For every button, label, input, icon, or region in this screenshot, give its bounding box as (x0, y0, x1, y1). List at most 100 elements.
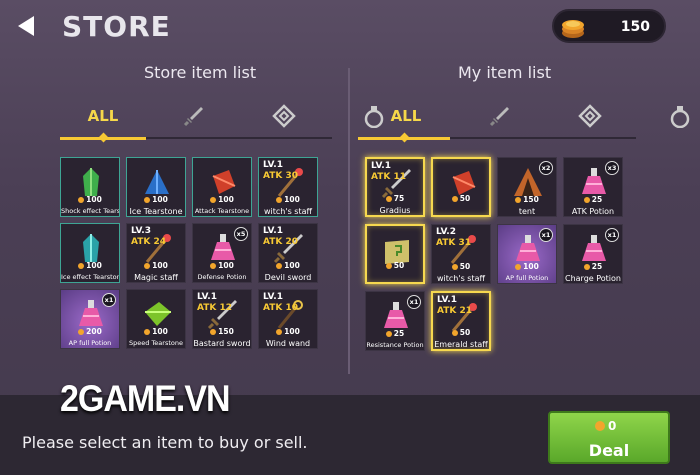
green-crystal-icon (83, 168, 99, 196)
coin-icon (583, 197, 590, 203)
item-count-badge: x1 (102, 293, 116, 307)
item-price: 25 (564, 196, 622, 204)
item-level: LV.1 (263, 160, 283, 170)
item-price: 75 (367, 195, 423, 203)
item-price: 50 (433, 329, 489, 337)
item-price: 100 (61, 262, 119, 270)
panel-divider (348, 68, 350, 374)
item-slot[interactable]: x1 25 Resistance Potion (365, 291, 425, 351)
item-level: LV.1 (371, 161, 391, 171)
deal-cost-value: 0 (608, 419, 617, 433)
item-count-badge: x3 (605, 161, 619, 175)
item-slot[interactable]: LV.2 ATK 31 50 witch's staff (431, 224, 491, 284)
item-level: LV.3 (131, 226, 151, 236)
item-price: 50 (432, 263, 490, 271)
item-slot[interactable]: x2 150 tent (497, 157, 557, 217)
item-name: Charge Potion (564, 274, 621, 283)
store-panel-title: Store item list (144, 63, 257, 82)
item-price: 150 (193, 328, 251, 336)
item-slot[interactable]: x5 100 Defense Potion (192, 223, 252, 283)
potion-tab-icon (364, 106, 384, 128)
item-price-value: 25 (591, 262, 603, 271)
item-attack: ATK 20 (263, 237, 299, 247)
item-price: 100 (193, 262, 251, 270)
coin-icon (210, 263, 217, 269)
item-price: 100 (259, 262, 317, 270)
my-tab-tearstone[interactable] (574, 100, 606, 132)
item-price-value: 100 (86, 261, 102, 270)
coin-icon (78, 197, 85, 203)
item-attack: ATK 30 (263, 171, 299, 181)
item-slot[interactable]: x3 25 ATK Potion (563, 157, 623, 217)
item-price: 100 (259, 328, 317, 336)
item-name: ATK Potion (571, 207, 615, 216)
item-slot[interactable]: 100 Ice Tearstone (126, 157, 186, 217)
item-slot[interactable]: 100 Attack Tearstone (192, 157, 252, 217)
item-name: Ice Tearstone (129, 207, 183, 216)
my-tab-weapon[interactable] (484, 100, 516, 132)
item-slot[interactable]: LV.1 ATK 12 150 Bastard sword (192, 289, 252, 349)
item-name: Speed Tearstone (129, 339, 183, 347)
item-price-value: 50 (459, 262, 471, 271)
coin-icon (451, 196, 458, 202)
item-slot[interactable]: LV.1 ATK 20 100 Devil sword (258, 223, 318, 283)
item-slot[interactable]: 100 Ice effect Tearstone (60, 223, 120, 283)
my-tab-potion-2[interactable] (664, 100, 696, 132)
item-slot[interactable]: LV.3 ATK 24 100 Magic staff (126, 223, 186, 283)
item-name: Magic staff (134, 273, 178, 282)
item-slot[interactable]: LV.1 ATK 21 50 Emerald staff (431, 291, 491, 351)
item-name: Wind wand (265, 339, 311, 348)
item-slot[interactable]: LV.1 ATK 30 100 witch's staff (258, 157, 318, 217)
item-slot[interactable]: x1 25 Charge Potion (563, 224, 623, 284)
item-attack: ATK 12 (197, 303, 233, 313)
coin-icon (385, 331, 392, 337)
item-name: witch's staff (264, 207, 312, 216)
item-level: LV.1 (197, 292, 217, 302)
item-slot[interactable]: 50 (431, 157, 491, 217)
diamond-tab-icon (578, 104, 602, 128)
item-price-value: 100 (152, 327, 168, 336)
item-slot[interactable]: 100 Speed Tearstone (126, 289, 186, 349)
coin-count: 150 (620, 19, 650, 35)
item-price-value: 150 (523, 195, 539, 204)
store-tab-weapon[interactable] (178, 100, 210, 132)
lime-crystal-icon (145, 302, 171, 326)
item-slot[interactable]: x1 200 AP full Potion (60, 289, 120, 349)
item-price: 100 (127, 262, 185, 270)
store-tab-indicator (60, 137, 146, 140)
item-slot[interactable]: 100 Shock effect Tearstone (60, 157, 120, 217)
item-slot[interactable]: LV.1 ATK 11 75 Gradius (365, 157, 425, 217)
item-price-value: 50 (393, 261, 405, 270)
coin-icon (385, 196, 392, 202)
item-attack: ATK 21 (437, 306, 473, 316)
item-name: AP full Potion (68, 339, 112, 347)
my-tab-all[interactable]: ALL (386, 100, 426, 132)
coin-balance: 150 (552, 9, 666, 43)
teal-crystal-icon (83, 234, 99, 262)
deal-button[interactable]: 0 Deal (548, 411, 670, 464)
item-slot[interactable]: x1 100 AP full Potion (497, 224, 557, 284)
sword-tab-icon (183, 107, 203, 127)
item-level: LV.1 (263, 226, 283, 236)
deal-label: Deal (588, 441, 630, 460)
item-price-value: 200 (86, 327, 102, 336)
item-price: 100 (193, 196, 251, 204)
item-price-value: 50 (459, 328, 471, 337)
item-price: 100 (498, 263, 556, 271)
store-tab-all[interactable]: ALL (60, 100, 146, 132)
item-price-value: 25 (393, 329, 405, 338)
coin-icon (583, 264, 590, 270)
item-name: Bastard sword (193, 339, 251, 348)
item-count-badge: x2 (539, 161, 553, 175)
item-attack: ATK 24 (131, 237, 167, 247)
my-tab-potion[interactable] (362, 100, 386, 132)
coin-icon (451, 330, 458, 336)
item-price-value: 25 (591, 195, 603, 204)
item-slot[interactable]: 50 (365, 224, 425, 284)
back-arrow-icon[interactable] (18, 16, 34, 36)
item-slot[interactable]: LV.1 ATK 10 100 Wind wand (258, 289, 318, 349)
store-tab-tearstone[interactable] (268, 100, 300, 132)
blue-crystal-icon (145, 170, 169, 194)
coin-icon (595, 421, 605, 431)
coin-stack-icon (562, 20, 584, 38)
